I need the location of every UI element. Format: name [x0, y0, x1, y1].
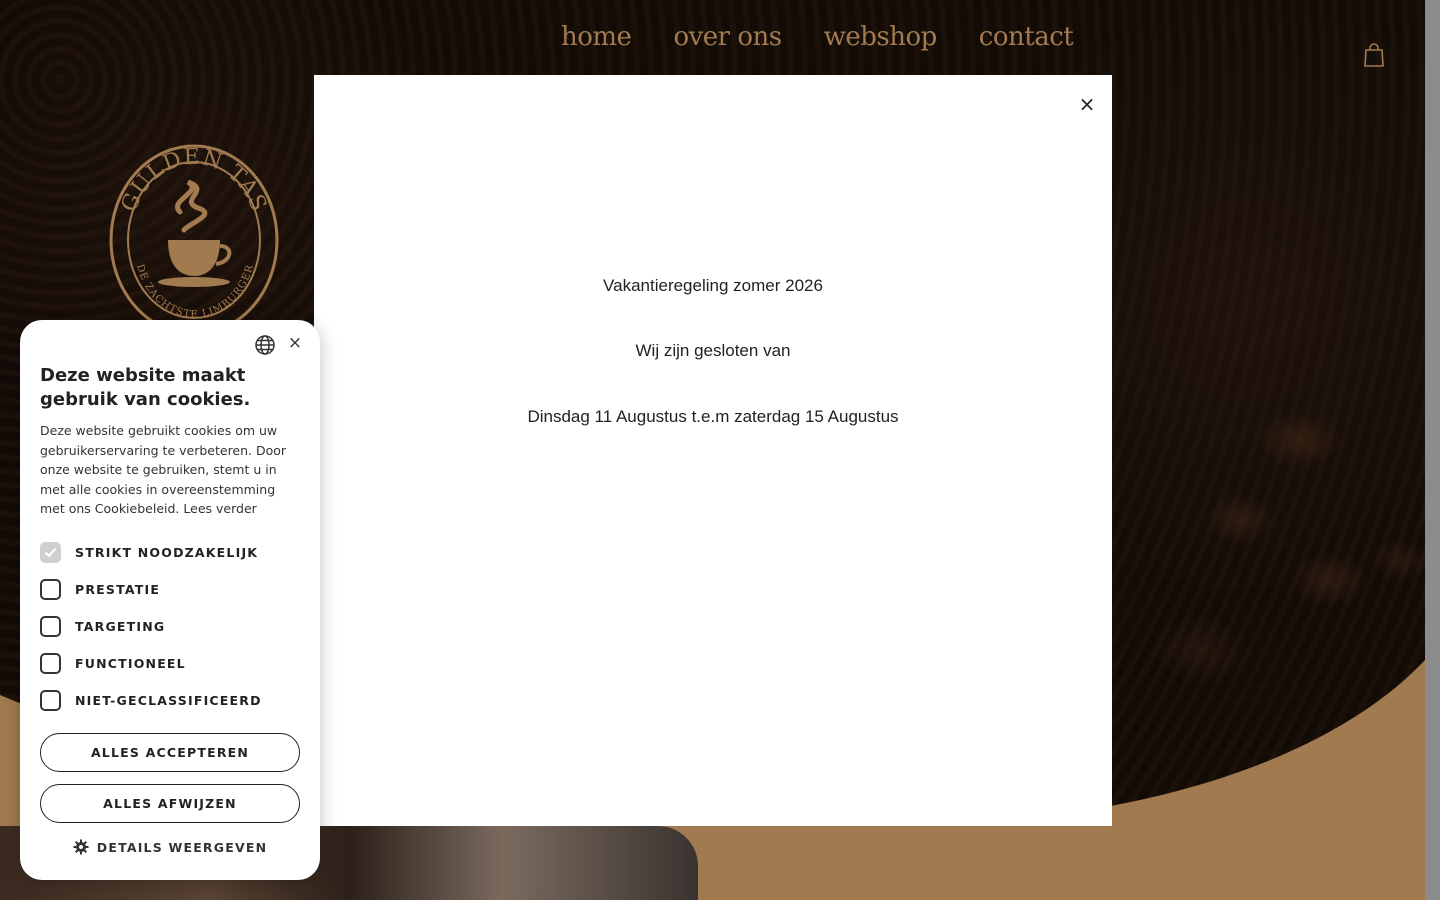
- shopping-bag-icon[interactable]: [1362, 42, 1386, 68]
- accept-all-button[interactable]: ALLES ACCEPTEREN: [40, 733, 300, 772]
- gear-icon: [73, 839, 89, 855]
- modal-heading: Vakantieregeling zomer 2026: [603, 276, 823, 295]
- vacation-modal: × Vakantieregeling zomer 2026 Wij zijn g…: [314, 75, 1112, 826]
- option-label: STRIKT NOODZAKELIJK: [75, 545, 259, 560]
- checkbox[interactable]: [40, 653, 61, 674]
- modal-close-button[interactable]: ×: [1074, 91, 1100, 117]
- cookie-description: Deze website gebruikt cookies om uw gebr…: [40, 421, 300, 519]
- cookie-close-button[interactable]: ×: [285, 332, 305, 354]
- cookie-consent-panel: × Deze website maakt gebruik van cookies…: [20, 320, 320, 880]
- cookie-option-functioneel[interactable]: FUNCTIONEEL: [40, 653, 186, 674]
- nav-item-home[interactable]: home: [561, 22, 632, 52]
- checkbox: [40, 542, 61, 563]
- checkmark-icon: [44, 547, 57, 558]
- close-icon: ×: [1078, 92, 1096, 116]
- checkbox[interactable]: [40, 690, 61, 711]
- cookie-option-prestatie[interactable]: PRESTATIE: [40, 579, 160, 600]
- read-more-link[interactable]: Lees verder: [183, 501, 256, 516]
- reject-all-button[interactable]: ALLES AFWIJZEN: [40, 784, 300, 823]
- scrollbar[interactable]: [1425, 0, 1440, 900]
- logo[interactable]: GULDEN TAS DE ZACHTSTE LIMBURGER: [108, 142, 280, 336]
- modal-closed-text: Wij zijn gesloten van: [635, 341, 791, 360]
- cookie-title: Deze website maakt gebruik van cookies.: [40, 365, 251, 410]
- show-details-label[interactable]: DETAILS WEERGEVEN: [97, 840, 267, 855]
- main-nav: home over ons webshop contact: [540, 22, 1115, 52]
- cookie-option-targeting[interactable]: TARGETING: [40, 616, 165, 637]
- option-label[interactable]: NIET-GECLASSIFICEERD: [75, 693, 262, 708]
- cookie-option-niet-geclassificeerd[interactable]: NIET-GECLASSIFICEERD: [40, 690, 262, 711]
- nav-item-contact[interactable]: contact: [979, 22, 1074, 52]
- globe-icon[interactable]: [254, 334, 276, 356]
- option-label[interactable]: FUNCTIONEEL: [75, 656, 186, 671]
- option-label[interactable]: TARGETING: [75, 619, 165, 634]
- show-details-button[interactable]: DETAILS WEERGEVEN: [20, 839, 320, 855]
- cookie-option-strictly-necessary: STRIKT NOODZAKELIJK: [40, 542, 258, 563]
- option-label[interactable]: PRESTATIE: [75, 582, 160, 597]
- nav-item-over-ons[interactable]: over ons: [673, 22, 782, 52]
- checkbox[interactable]: [40, 579, 61, 600]
- nav-item-webshop[interactable]: webshop: [824, 22, 938, 52]
- checkbox[interactable]: [40, 616, 61, 637]
- close-icon: ×: [287, 333, 303, 353]
- modal-dates-text: Dinsdag 11 Augustus t.e.m zaterdag 15 Au…: [527, 407, 899, 426]
- page: home over ons webshop contact GULDEN TAS…: [0, 0, 1440, 900]
